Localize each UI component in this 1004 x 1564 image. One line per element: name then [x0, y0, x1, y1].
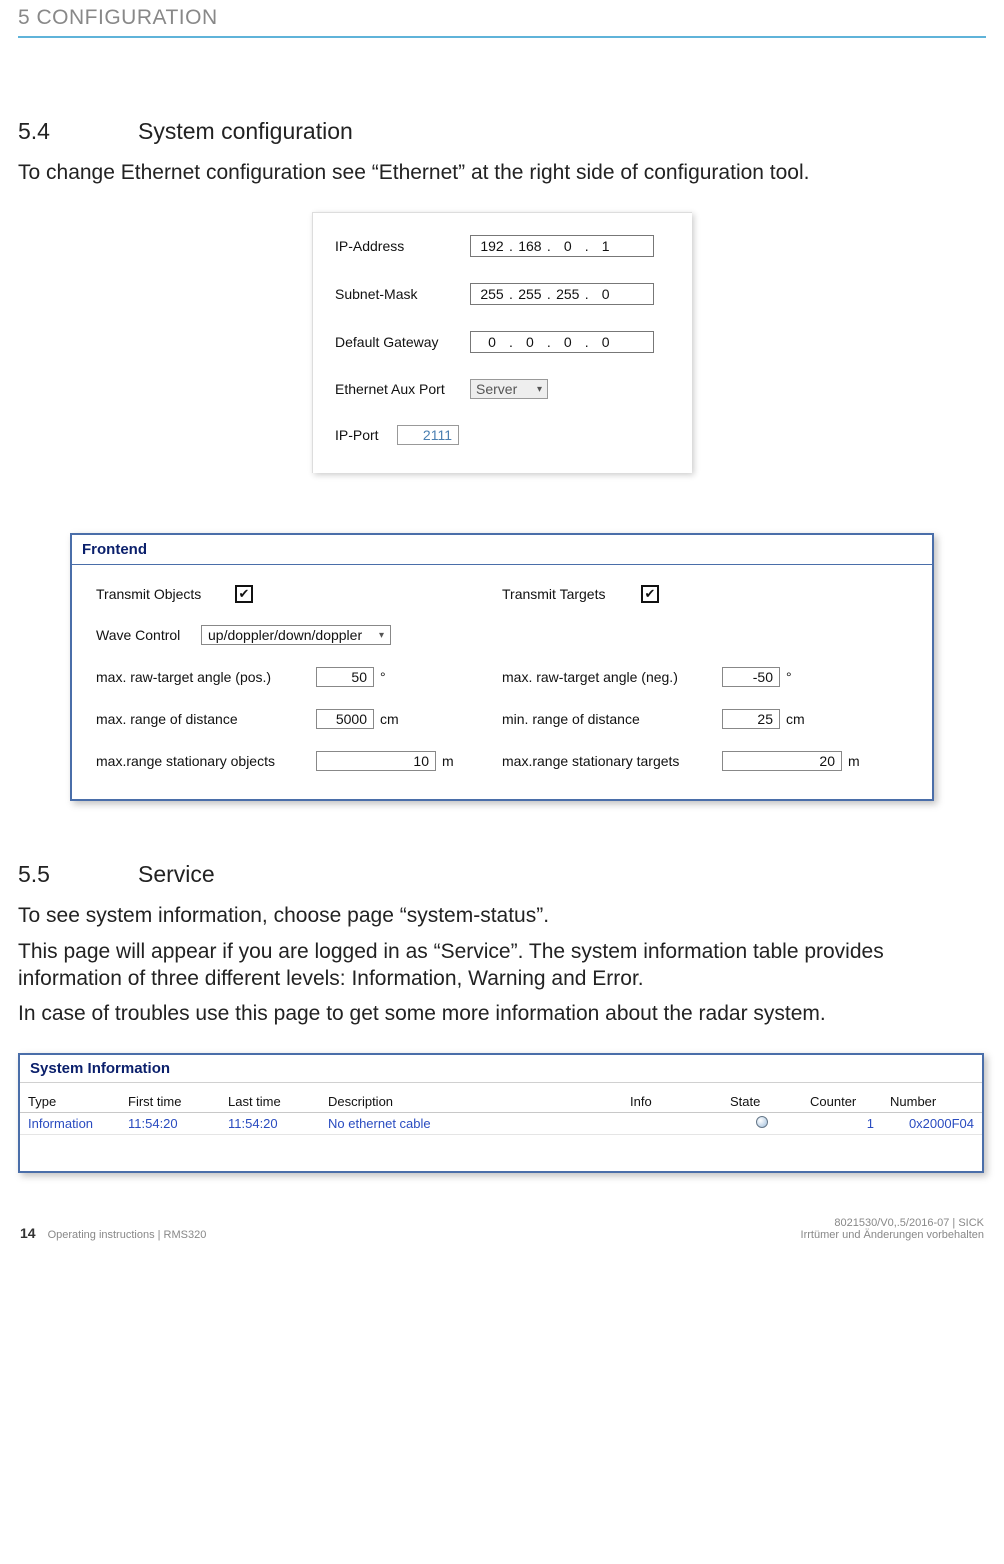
gw-octet-3: 0: [553, 334, 583, 350]
table-row[interactable]: Information 11:54:20 11:54:20 No etherne…: [20, 1113, 982, 1135]
frontend-panel: Frontend Transmit Objects ✔ Transmit Tar…: [70, 533, 934, 801]
gw-octet-1: 0: [477, 334, 507, 350]
cm-unit: cm: [786, 711, 805, 727]
ip-address-label: IP-Address: [335, 238, 470, 254]
col-number: Number: [882, 1091, 982, 1113]
section-heading-5-4: 5.4System configuration: [18, 118, 986, 145]
chevron-down-icon: ▾: [537, 384, 542, 395]
aux-port-select[interactable]: Server ▾: [470, 379, 548, 399]
aux-port-value: Server: [476, 381, 517, 397]
section-title: Service: [138, 861, 215, 887]
col-first: First time: [120, 1091, 220, 1113]
degree-unit: °: [786, 669, 792, 685]
section55-p1: To see system information, choose page “…: [18, 902, 986, 929]
mask-octet-2: 255: [515, 286, 545, 302]
table-header-row: Type First time Last time Description In…: [20, 1091, 982, 1113]
max-angle-pos-input[interactable]: 50: [316, 667, 374, 687]
cell-last: 11:54:20: [220, 1113, 320, 1135]
col-info: Info: [622, 1091, 722, 1113]
max-dist-input[interactable]: 5000: [316, 709, 374, 729]
col-desc: Description: [320, 1091, 622, 1113]
section55-p2: This page will appear if you are logged …: [18, 938, 986, 993]
section55-p3: In case of troubles use this page to get…: [18, 1000, 986, 1027]
chapter-header: 5 CONFIGURATION: [18, 6, 986, 38]
section54-intro: To change Ethernet configuration see “Et…: [18, 159, 986, 186]
footer-right-1: 8021530/V0,.5/2016-07 | SICK: [801, 1217, 984, 1229]
state-indicator-icon: [756, 1116, 768, 1128]
col-counter: Counter: [802, 1091, 882, 1113]
cell-type: Information: [20, 1113, 120, 1135]
cell-counter: 1: [802, 1113, 882, 1135]
cell-info: [622, 1113, 722, 1135]
page-number: 14: [20, 1225, 36, 1241]
gw-octet-2: 0: [515, 334, 545, 350]
min-dist-label: min. range of distance: [502, 711, 722, 727]
ip-octet-2: 168: [515, 238, 545, 254]
transmit-objects-label: Transmit Objects: [96, 586, 231, 602]
aux-port-label: Ethernet Aux Port: [335, 381, 470, 397]
max-angle-neg-label: max. raw-target angle (neg.): [502, 669, 722, 685]
transmit-objects-checkbox[interactable]: ✔: [235, 585, 253, 603]
degree-unit: °: [380, 669, 386, 685]
section-heading-5-5: 5.5Service: [18, 861, 986, 888]
max-stat-tgt-input[interactable]: 20: [722, 751, 842, 771]
gateway-label: Default Gateway: [335, 334, 470, 350]
min-dist-input[interactable]: 25: [722, 709, 780, 729]
chevron-down-icon: ▾: [379, 630, 384, 641]
cell-number: 0x2000F04: [882, 1113, 982, 1135]
cm-unit: cm: [380, 711, 399, 727]
gw-octet-4: 0: [591, 334, 621, 350]
max-dist-label: max. range of distance: [96, 711, 316, 727]
subnet-mask-label: Subnet-Mask: [335, 286, 470, 302]
col-last: Last time: [220, 1091, 320, 1113]
max-angle-neg-input[interactable]: -50: [722, 667, 780, 687]
col-type: Type: [20, 1091, 120, 1113]
section-number: 5.5: [18, 861, 138, 888]
max-stat-obj-input[interactable]: 10: [316, 751, 436, 771]
ip-port-label: IP-Port: [335, 427, 397, 443]
mask-octet-1: 255: [477, 286, 507, 302]
ethernet-panel: IP-Address 192. 168. 0. 1 Subnet-Mask 25…: [312, 212, 692, 473]
mask-octet-3: 255: [553, 286, 583, 302]
col-state: State: [722, 1091, 802, 1113]
sysinfo-table: Type First time Last time Description In…: [20, 1091, 982, 1135]
footer-left: Operating instructions | RMS320: [48, 1229, 207, 1241]
section-number: 5.4: [18, 118, 138, 145]
cell-desc: No ethernet cable: [320, 1113, 622, 1135]
transmit-targets-checkbox[interactable]: ✔: [641, 585, 659, 603]
max-stat-tgt-label: max.range stationary targets: [502, 753, 722, 769]
wave-control-value: up/doppler/down/doppler: [208, 627, 362, 643]
ip-octet-1: 192: [477, 238, 507, 254]
gateway-input[interactable]: 0. 0. 0. 0: [470, 331, 654, 353]
wave-control-select[interactable]: up/doppler/down/doppler ▾: [201, 625, 391, 645]
m-unit: m: [848, 753, 860, 769]
mask-octet-4: 0: [591, 286, 621, 302]
frontend-title: Frontend: [72, 535, 932, 565]
cell-state: [722, 1113, 802, 1135]
ip-port-input[interactable]: 2111: [397, 425, 459, 445]
ip-octet-3: 0: [553, 238, 583, 254]
system-information-panel: System Information Type First time Last …: [18, 1053, 984, 1173]
m-unit: m: [442, 753, 454, 769]
max-angle-pos-label: max. raw-target angle (pos.): [96, 669, 316, 685]
max-stat-obj-label: max.range stationary objects: [96, 753, 316, 769]
sysinfo-title: System Information: [20, 1055, 982, 1083]
cell-first: 11:54:20: [120, 1113, 220, 1135]
subnet-mask-input[interactable]: 255. 255. 255. 0: [470, 283, 654, 305]
ip-address-input[interactable]: 192. 168. 0. 1: [470, 235, 654, 257]
footer-right-2: Irrtümer und Änderungen vorbehalten: [801, 1229, 984, 1241]
page-footer: 14 Operating instructions | RMS320 80215…: [18, 1217, 986, 1241]
ip-octet-4: 1: [591, 238, 621, 254]
wave-control-label: Wave Control: [96, 627, 201, 643]
section-title: System configuration: [138, 118, 353, 144]
transmit-targets-label: Transmit Targets: [502, 586, 637, 602]
